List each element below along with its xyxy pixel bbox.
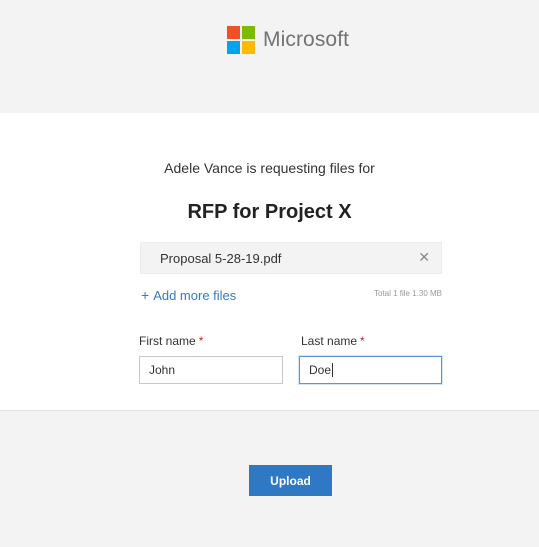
last-name-label: Last name * <box>301 334 365 348</box>
page-footer: Upload <box>0 410 539 547</box>
close-icon[interactable]: ✕ <box>418 249 430 266</box>
last-name-label-text: Last name <box>301 334 358 348</box>
first-name-value: John <box>149 363 176 377</box>
first-name-label-text: First name <box>139 334 196 348</box>
add-more-files-label: Add more files <box>153 288 237 303</box>
microsoft-logo: Microsoft <box>227 26 349 54</box>
logo-text: Microsoft <box>263 28 350 51</box>
page-header: Microsoft <box>0 0 539 113</box>
required-marker: * <box>198 334 204 348</box>
first-name-label: First name * <box>139 334 203 348</box>
add-more-files-link[interactable]: + Add more files <box>141 287 236 303</box>
logo-square-red <box>227 26 240 39</box>
first-name-input[interactable]: John <box>139 356 283 384</box>
file-item: Proposal 5-28-19.pdf ✕ <box>140 242 442 274</box>
upload-button[interactable]: Upload <box>249 465 332 496</box>
logo-square-green <box>242 26 255 39</box>
project-title: RFP for Project X <box>187 201 352 223</box>
last-name-value: Doe <box>309 363 332 377</box>
microsoft-logo-icon <box>227 26 255 54</box>
total-files-info: Total 1 file 1.30 MB <box>373 289 442 298</box>
last-name-input[interactable]: Doe <box>299 356 442 384</box>
plus-icon: + <box>141 287 150 303</box>
file-name: Proposal 5-28-19.pdf <box>160 251 282 266</box>
file-request-panel: Adele Vance is requesting files for RFP … <box>0 113 539 410</box>
text-caret <box>332 362 334 377</box>
required-marker: * <box>360 334 365 348</box>
logo-square-yellow <box>242 41 255 54</box>
request-message: Adele Vance is requesting files for <box>164 160 375 176</box>
logo-square-blue <box>227 41 240 54</box>
